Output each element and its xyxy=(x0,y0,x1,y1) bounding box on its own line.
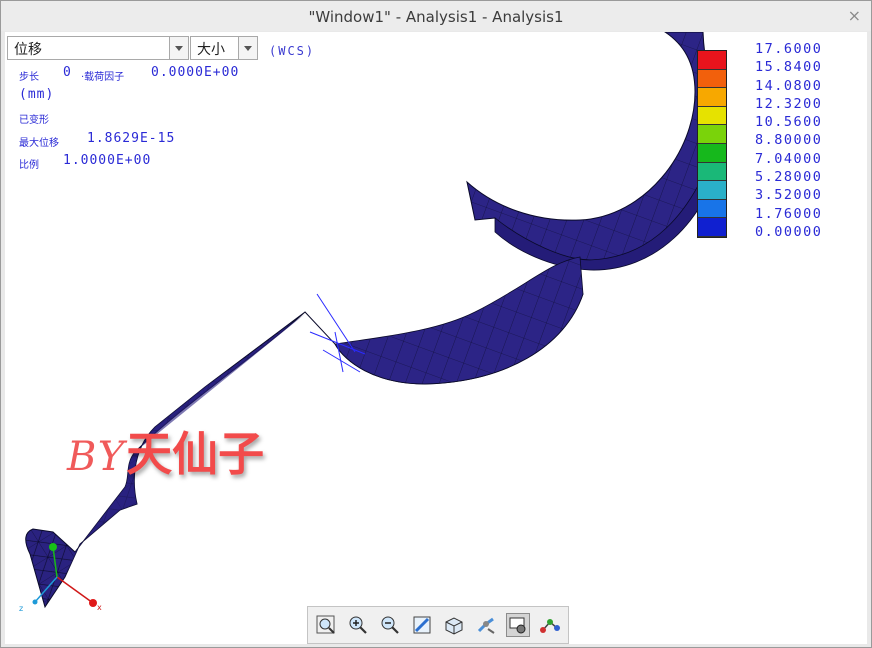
legend-value: 15.8400 xyxy=(755,59,823,76)
title-bar[interactable]: "Window1" - Analysis1 - Analysis1 ⨯ xyxy=(1,1,871,31)
step-label: 步长 xyxy=(19,72,39,83)
legend-value: 14.0800 xyxy=(755,77,823,94)
zoom-in-icon[interactable] xyxy=(346,613,370,637)
legend-swatch xyxy=(698,88,726,107)
watermark-name: 天仙子 xyxy=(126,427,265,481)
coord-system-label: (WCS) xyxy=(269,44,316,58)
color-legend-values: 17.6000 15.8400 14.0800 12.3200 10.5600 8.800… xyxy=(755,40,822,241)
chevron-down-icon[interactable] xyxy=(169,37,188,59)
triad-x-label: x xyxy=(97,603,102,612)
legend-swatch xyxy=(698,218,726,237)
color-legend-bar xyxy=(697,50,727,238)
legend-value: 5.28000 xyxy=(755,169,823,186)
component-select[interactable]: 大小 xyxy=(190,36,258,60)
legend-value: 1.76000 xyxy=(755,205,823,222)
legend-swatch xyxy=(698,125,726,144)
legend-swatch xyxy=(698,199,726,219)
legend-swatch xyxy=(698,51,726,70)
result-type-value: 位移 xyxy=(14,42,42,58)
zoom-out-icon[interactable] xyxy=(378,613,402,637)
datum-display-icon[interactable] xyxy=(538,613,562,637)
max-disp-value: 1.8629E-15 xyxy=(87,131,176,146)
legend-value: 0.00000 xyxy=(755,223,823,240)
zoom-fit-icon[interactable] xyxy=(314,613,338,637)
legend-value: 7.04000 xyxy=(755,150,823,167)
legend-value: 8.80000 xyxy=(755,132,823,149)
legend-value: 17.6000 xyxy=(755,41,823,57)
legend-value: 3.52000 xyxy=(755,187,823,204)
window-title: "Window1" - Analysis1 - Analysis1 xyxy=(308,8,564,26)
repaint-icon[interactable] xyxy=(410,613,434,637)
watermark-by: BY xyxy=(67,434,127,480)
legend-swatch xyxy=(698,143,726,163)
deformed-label: 已变形 xyxy=(19,115,49,126)
result-type-select[interactable]: 位移 xyxy=(7,36,189,60)
legend-value: 10.5600 xyxy=(755,114,823,131)
display-style-icon[interactable] xyxy=(442,613,466,637)
fem-model xyxy=(25,32,724,609)
close-icon[interactable]: ⨯ xyxy=(848,6,861,25)
analysis-window: "Window1" - Analysis1 - Analysis1 ⨯ x z … xyxy=(0,0,872,648)
results-viewport[interactable]: x z 位移 大小 (WCS) 步长 0 ·载荷因子 0.0000E+00 (m… xyxy=(5,32,867,644)
view-toolbar xyxy=(307,606,569,644)
view-orientation-icon[interactable] xyxy=(474,613,498,637)
scale-value: 1.0000E+00 xyxy=(63,153,152,168)
chevron-down-icon[interactable] xyxy=(238,37,257,59)
max-disp-label: 最大位移 xyxy=(19,138,59,149)
component-value: 大小 xyxy=(197,42,225,58)
load-factor-label: ·载荷因子 xyxy=(81,72,125,83)
animate-display-icon[interactable] xyxy=(506,613,530,637)
legend-swatch xyxy=(698,181,726,200)
legend-swatch xyxy=(698,69,726,89)
legend-swatch xyxy=(698,162,726,182)
load-factor-value: 0.0000E+00 xyxy=(151,65,240,80)
scale-label: 比例 xyxy=(19,160,39,171)
watermark: BY天仙子 xyxy=(67,418,264,484)
triad-z-label: z xyxy=(19,604,24,613)
legend-value: 12.3200 xyxy=(755,95,823,112)
step-value: 0 xyxy=(63,65,72,80)
units-label: (mm) xyxy=(19,87,55,102)
legend-swatch xyxy=(698,106,726,126)
